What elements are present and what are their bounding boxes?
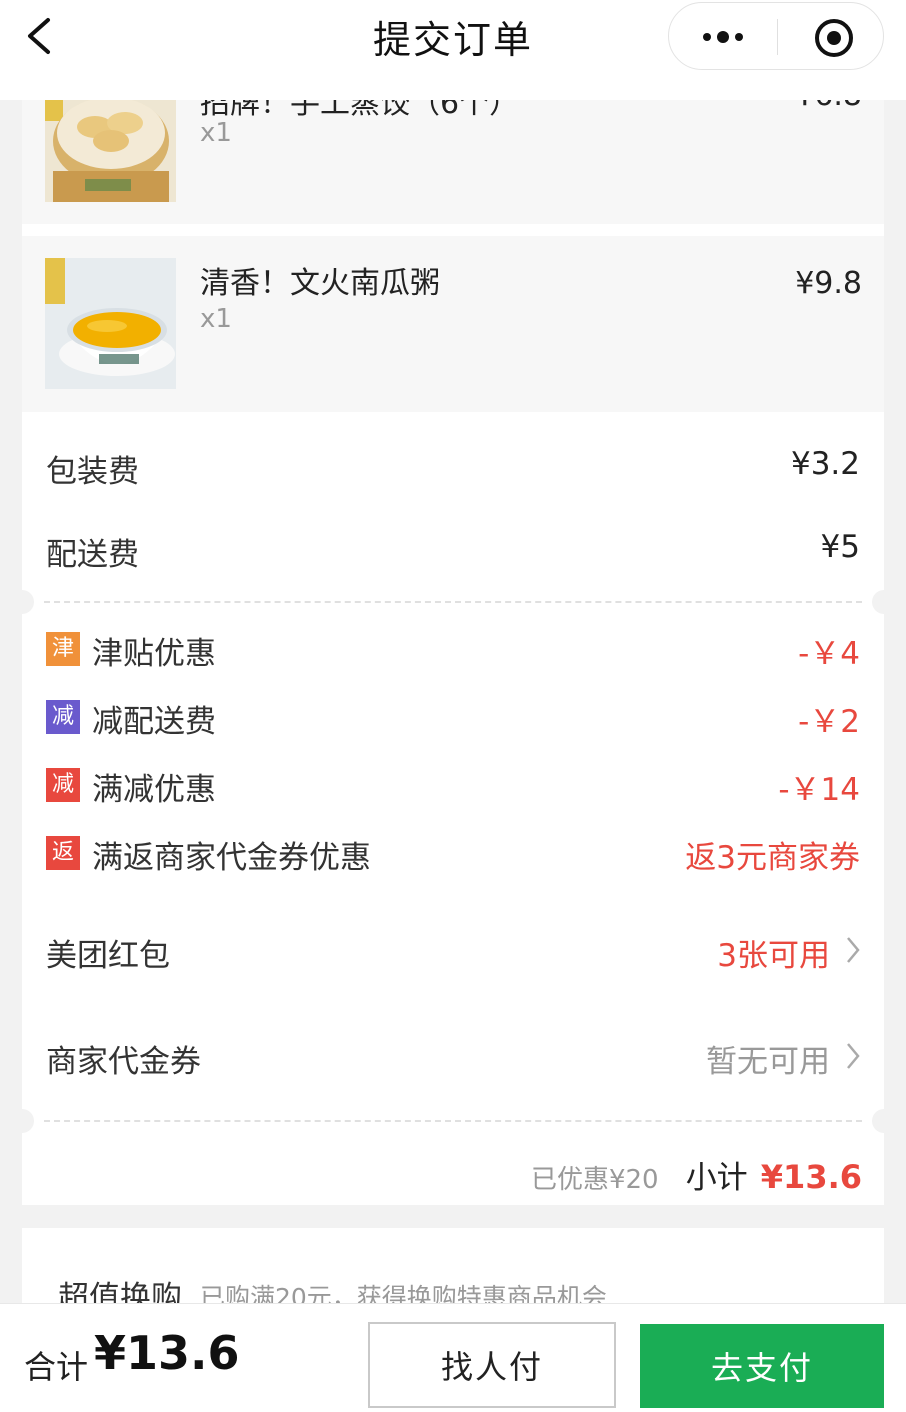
top-navbar: 提交订单 bbox=[0, 0, 906, 100]
merchant-voucher-value: 暂无可用 bbox=[706, 1044, 830, 1080]
chevron-right-icon bbox=[847, 937, 860, 963]
discount-tag: 津 bbox=[46, 632, 80, 666]
discount-value: -￥4 bbox=[798, 636, 860, 672]
fees-card: 包装费 ¥3.2 配送费 ¥5 津 津贴优惠 -￥4 减 减配送费 -￥2 减 … bbox=[10, 412, 896, 1205]
order-item: 清香！文火南瓜粥 x1 ¥9.8 bbox=[22, 236, 884, 412]
total-value: ¥13.6 bbox=[94, 1326, 240, 1380]
order-items-card: 招牌！手工蒸饺（6个） x1 ¥6.8 清香！文火南瓜粥 x1 ¥9.8 bbox=[22, 100, 884, 412]
discount-row-full-reduction: 减 满减优惠 -￥14 bbox=[46, 766, 860, 808]
discount-row-allowance: 津 津贴优惠 -￥4 bbox=[46, 630, 860, 672]
chevron-right-icon bbox=[847, 1043, 860, 1069]
subtotal-label: 小计 bbox=[685, 1160, 748, 1196]
saved-amount: 已优惠¥20 bbox=[530, 1165, 659, 1195]
more-dots-icon bbox=[703, 31, 743, 43]
discount-value: -￥2 bbox=[798, 704, 860, 740]
checkout-bar: 合计 ¥13.6 找人付 去支付 bbox=[0, 1303, 906, 1412]
fee-label: 配送费 bbox=[46, 537, 139, 573]
target-circle-icon bbox=[815, 19, 853, 57]
discount-tag: 减 bbox=[46, 700, 80, 734]
delivery-fee-row: 配送费 ¥5 bbox=[46, 529, 860, 574]
discount-label: 满减优惠 bbox=[92, 772, 216, 808]
discount-label: 津贴优惠 bbox=[92, 636, 216, 672]
product-image-pumpkin-porridge bbox=[45, 258, 176, 389]
subtotal-row: 已优惠¥20 小计 ¥13.6 bbox=[531, 1152, 862, 1197]
red-packet-row[interactable]: 美团红包 3张可用 bbox=[46, 930, 860, 975]
product-image-dumplings bbox=[45, 100, 176, 202]
card-notch bbox=[872, 1109, 896, 1133]
product-price: ¥9.8 bbox=[795, 266, 862, 301]
total-label: 合计 bbox=[24, 1348, 89, 1386]
discount-value: 返3元商家券 bbox=[685, 840, 860, 876]
product-qty: x1 bbox=[200, 118, 232, 148]
product-name: 清香！文火南瓜粥 bbox=[200, 266, 440, 301]
red-packet-label: 美团红包 bbox=[46, 938, 170, 974]
discount-label: 减配送费 bbox=[92, 704, 216, 740]
discount-tag: 减 bbox=[46, 768, 80, 802]
discount-label: 满返商家代金券优惠 bbox=[92, 840, 371, 876]
card-notch bbox=[10, 590, 34, 614]
discount-tag: 返 bbox=[46, 836, 80, 870]
capsule-divider bbox=[777, 19, 778, 55]
ask-friend-pay-button[interactable]: 找人付 bbox=[368, 1322, 616, 1408]
fee-label: 包装费 bbox=[46, 454, 139, 490]
divider bbox=[44, 1120, 862, 1122]
product-price: ¥6.8 bbox=[795, 100, 862, 113]
discount-row-delivery: 减 减配送费 -￥2 bbox=[46, 698, 860, 740]
miniprogram-capsule bbox=[668, 2, 884, 70]
fee-value: ¥3.2 bbox=[790, 446, 860, 482]
card-notch bbox=[10, 1109, 34, 1133]
merchant-voucher-row[interactable]: 商家代金券 暂无可用 bbox=[46, 1036, 860, 1081]
divider bbox=[44, 601, 862, 603]
card-notch bbox=[872, 590, 896, 614]
subtotal-amount: ¥13.6 bbox=[760, 1158, 862, 1196]
discount-value: -￥14 bbox=[778, 772, 860, 808]
packaging-fee-row: 包装费 ¥3.2 bbox=[46, 446, 860, 491]
order-item: 招牌！手工蒸饺（6个） x1 ¥6.8 bbox=[22, 100, 884, 224]
red-packet-value: 3张可用 bbox=[717, 938, 830, 974]
pay-button[interactable]: 去支付 bbox=[640, 1324, 884, 1408]
fee-value: ¥5 bbox=[820, 529, 860, 565]
product-qty: x1 bbox=[200, 304, 232, 334]
close-miniprogram-button[interactable] bbox=[813, 17, 855, 59]
discount-row-cashback-voucher: 返 满返商家代金券优惠 返3元商家券 bbox=[46, 834, 860, 876]
product-name: 招牌！手工蒸饺（6个） bbox=[200, 100, 520, 121]
more-button[interactable] bbox=[699, 23, 749, 51]
merchant-voucher-label: 商家代金券 bbox=[46, 1044, 201, 1080]
